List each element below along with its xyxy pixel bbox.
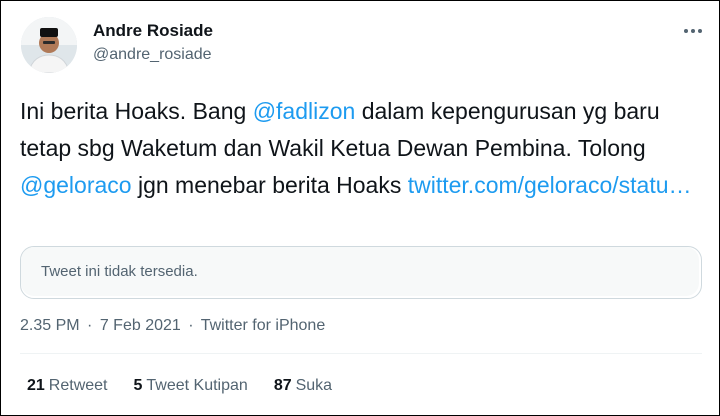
status-url-link[interactable]: twitter.com/geloraco/statu…	[408, 172, 692, 198]
tweet-time[interactable]: 2.35 PM	[20, 317, 80, 334]
divider	[20, 353, 702, 354]
quoted-tweet-text: Tweet ini tidak tersedia.	[41, 263, 198, 280]
retweet-label: Retweet	[48, 377, 108, 394]
dot	[691, 29, 695, 33]
tweet-meta: 2.35 PM · 7 Feb 2021 · Twitter for iPhon…	[20, 317, 325, 335]
dot	[698, 29, 702, 33]
meta-separator: ·	[188, 317, 194, 334]
more-options-icon[interactable]	[681, 21, 705, 41]
dot	[684, 29, 688, 33]
like-label: Suka	[295, 377, 333, 394]
quote-label: Tweet Kutipan	[146, 377, 248, 394]
like-count-value: 87	[273, 377, 292, 394]
mention-fadlizon-link[interactable]: @fadlizon	[253, 98, 356, 124]
author-name[interactable]: Andre Rosiade	[93, 21, 213, 41]
retweet-count[interactable]: 21 Retweet	[27, 377, 108, 395]
tweet-date[interactable]: 7 Feb 2021	[100, 317, 181, 334]
tweet-card: Andre Rosiade @andre_rosiade Ini berita …	[0, 0, 720, 416]
avatar[interactable]	[21, 17, 77, 73]
tweet-text-part: Ini berita Hoaks. Bang	[20, 98, 253, 124]
like-count[interactable]: 87 Suka	[274, 377, 332, 395]
quote-tweet-count[interactable]: 5 Tweet Kutipan	[134, 377, 248, 395]
tweet-text-part: jgn menebar berita Hoaks	[131, 172, 408, 198]
tweet-source[interactable]: Twitter for iPhone	[201, 317, 326, 334]
mention-geloraco-link[interactable]: @geloraco	[20, 172, 132, 198]
retweet-count-value: 21	[27, 377, 45, 394]
author-handle[interactable]: @andre_rosiade	[93, 46, 212, 64]
quoted-tweet-unavailable: Tweet ini tidak tersedia.	[20, 246, 702, 299]
avatar-image	[21, 17, 77, 73]
meta-separator: ·	[87, 317, 93, 334]
quote-count-value: 5	[133, 377, 143, 394]
tweet-stats: 21 Retweet 5 Tweet Kutipan 87 Suka	[27, 377, 332, 395]
tweet-text: Ini berita Hoaks. Bang @fadlizon dalam k…	[20, 93, 710, 204]
